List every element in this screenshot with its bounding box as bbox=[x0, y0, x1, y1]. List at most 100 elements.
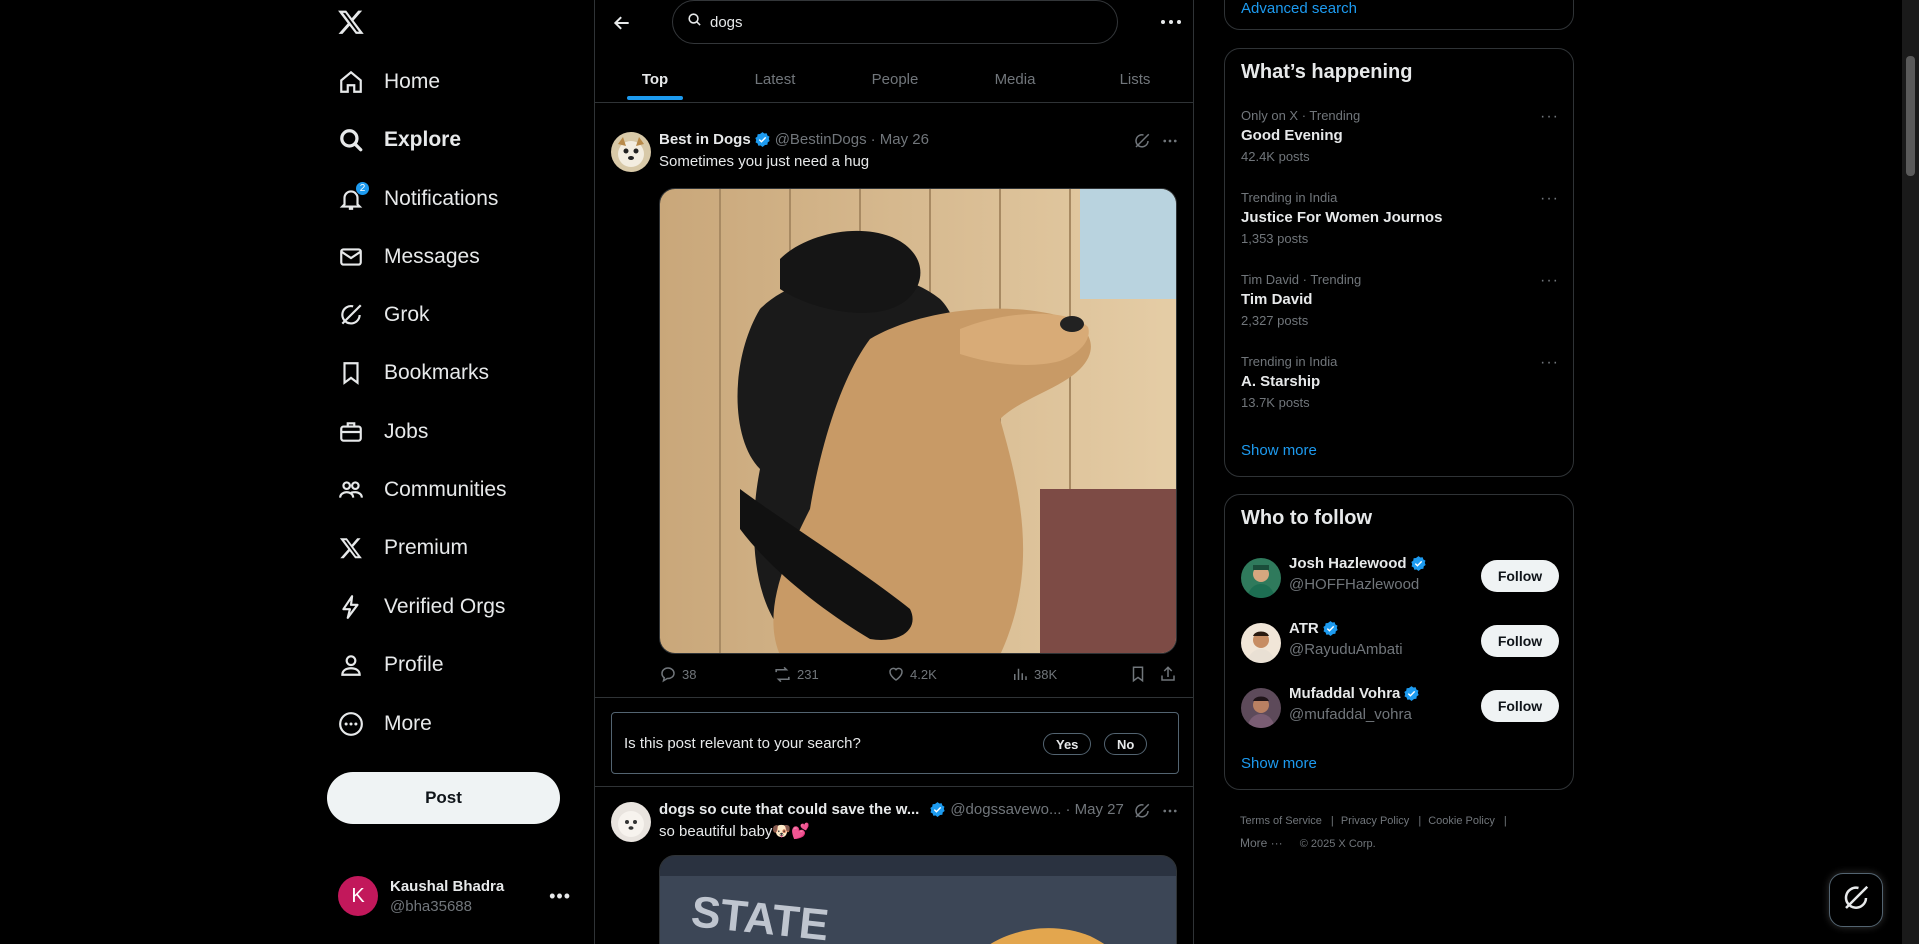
search-icon bbox=[687, 12, 702, 32]
nav-bookmarks[interactable]: Bookmarks bbox=[337, 348, 489, 398]
more-horizontal-icon[interactable]: ••• bbox=[549, 886, 571, 907]
search-input[interactable] bbox=[710, 13, 1090, 31]
nav-messages[interactable]: Messages bbox=[337, 232, 480, 282]
verified-badge-icon bbox=[1410, 555, 1427, 572]
nav-more[interactable]: More bbox=[337, 699, 432, 749]
nav-label: Profile bbox=[384, 653, 444, 676]
follow-button[interactable]: Follow bbox=[1481, 560, 1559, 592]
more-horizontal-icon[interactable] bbox=[1161, 802, 1179, 825]
bookmark-button[interactable] bbox=[1129, 665, 1147, 683]
follow-name: Mufaddal Vohra bbox=[1289, 685, 1401, 702]
search-box[interactable] bbox=[672, 0, 1118, 44]
footer-more-link[interactable]: More ··· bbox=[1240, 836, 1283, 850]
avatar[interactable] bbox=[1241, 688, 1281, 728]
copyright: © 2025 X Corp. bbox=[1299, 838, 1376, 850]
nav-profile[interactable]: Profile bbox=[337, 640, 444, 690]
avatar[interactable] bbox=[1241, 623, 1281, 663]
tab-media[interactable]: Media bbox=[955, 55, 1075, 103]
tweet-date[interactable]: · May 26 bbox=[871, 131, 929, 148]
nav-home[interactable]: Home bbox=[337, 57, 440, 107]
more-horizontal-icon[interactable] bbox=[1159, 12, 1183, 32]
nav-grok[interactable]: Grok bbox=[337, 290, 430, 340]
repost-button[interactable]: 231 bbox=[773, 665, 819, 684]
follow-suggestion[interactable]: Mufaddal Vohra @mufaddal_vohra Follow bbox=[1241, 685, 1559, 735]
no-button[interactable]: No bbox=[1104, 733, 1148, 755]
trend-name: Justice For Women Journos bbox=[1241, 209, 1443, 226]
grok-fab-button[interactable] bbox=[1829, 873, 1883, 927]
yes-button[interactable]: Yes bbox=[1043, 733, 1092, 755]
share-button[interactable] bbox=[1159, 665, 1177, 683]
bell-icon: 2 bbox=[337, 181, 370, 213]
post-button[interactable]: Post bbox=[327, 772, 560, 824]
nav-explore[interactable]: Explore bbox=[337, 115, 461, 165]
x-logo-icon[interactable] bbox=[337, 8, 367, 38]
follow-suggestion[interactable]: Josh Hazlewood @HOFFHazlewood Follow bbox=[1241, 555, 1559, 605]
more-horizontal-icon[interactable]: ··· bbox=[1540, 190, 1559, 208]
nav-jobs[interactable]: Jobs bbox=[337, 407, 428, 457]
more-horizontal-icon[interactable] bbox=[1161, 132, 1179, 155]
trend-name: Tim David bbox=[1241, 291, 1313, 308]
reply-button[interactable]: 38 bbox=[659, 665, 696, 683]
like-button[interactable]: 4.2K bbox=[887, 665, 937, 683]
scrollbar[interactable] bbox=[1902, 0, 1919, 944]
more-horizontal-icon[interactable]: ··· bbox=[1540, 272, 1559, 290]
more-horizontal-icon[interactable]: ··· bbox=[1540, 108, 1559, 126]
repost-count: 231 bbox=[797, 666, 819, 682]
tweet-top-actions bbox=[1133, 802, 1179, 825]
tweet-header: dogs so cute that could save the w... @d… bbox=[659, 801, 1124, 818]
follow-button[interactable]: Follow bbox=[1481, 690, 1559, 722]
trend-item[interactable]: Only on X · Trending Good Evening 42.4K … bbox=[1241, 108, 1559, 178]
avatar[interactable] bbox=[1241, 558, 1281, 598]
trend-name: Good Evening bbox=[1241, 127, 1343, 144]
trend-meta: Only on X · Trending bbox=[1241, 108, 1361, 123]
nav-label: Verified Orgs bbox=[384, 595, 506, 618]
nav-label: Home bbox=[384, 70, 441, 93]
advanced-search-card: Advanced search bbox=[1224, 0, 1574, 30]
privacy-link[interactable]: Privacy Policy bbox=[1341, 815, 1409, 827]
tab-latest[interactable]: Latest bbox=[715, 55, 835, 103]
nav-communities[interactable]: Communities bbox=[337, 465, 507, 515]
back-arrow-icon[interactable] bbox=[607, 8, 637, 38]
scrollbar-thumb[interactable] bbox=[1906, 56, 1915, 176]
advanced-search-link[interactable]: Advanced search bbox=[1241, 0, 1357, 17]
more-horizontal-icon[interactable]: ··· bbox=[1540, 354, 1559, 372]
tweet-author-handle[interactable]: @dogssavewo... bbox=[950, 801, 1061, 818]
trend-meta: Tim David · Trending bbox=[1241, 272, 1362, 287]
trend-item[interactable]: Tim David · Trending Tim David 2,327 pos… bbox=[1241, 272, 1559, 342]
nav-verified-orgs[interactable]: Verified Orgs bbox=[337, 582, 505, 632]
views-icon bbox=[1014, 668, 1027, 680]
nav-premium[interactable]: Premium bbox=[337, 523, 468, 573]
follow-suggestion[interactable]: ATR @RayuduAmbati Follow bbox=[1241, 620, 1559, 670]
tweet-author-handle[interactable]: @BestinDogs bbox=[775, 131, 867, 148]
nav-notifications[interactable]: 2 Notifications bbox=[337, 174, 498, 224]
tweet-author-name[interactable]: Best in Dogs bbox=[659, 131, 751, 148]
divider bbox=[595, 697, 1193, 698]
trend-item[interactable]: Trending in India A. Starship 13.7K post… bbox=[1241, 354, 1559, 424]
tweet-author-name[interactable]: dogs so cute that could save the w... bbox=[659, 801, 919, 818]
avatar[interactable] bbox=[611, 132, 651, 172]
relevance-prompt: Is this post relevant to your search? Ye… bbox=[611, 712, 1179, 774]
tab-lists[interactable]: Lists bbox=[1075, 55, 1193, 103]
nav-label: Messages bbox=[384, 245, 480, 268]
grok-icon[interactable] bbox=[1133, 802, 1151, 825]
show-more-link[interactable]: Show more bbox=[1241, 755, 1317, 772]
follow-button[interactable]: Follow bbox=[1481, 625, 1559, 657]
account-switcher[interactable]: K Kaushal Bhadra @bha35688 ••• bbox=[327, 866, 577, 926]
cookie-link[interactable]: Cookie Policy bbox=[1428, 815, 1495, 827]
views-button[interactable]: 38K bbox=[1011, 665, 1057, 683]
trend-item[interactable]: Trending in India Justice For Women Jour… bbox=[1241, 190, 1559, 260]
reply-icon bbox=[661, 667, 675, 683]
terms-link[interactable]: Terms of Service bbox=[1240, 815, 1322, 827]
tab-people[interactable]: People bbox=[835, 55, 955, 103]
nav-label: More bbox=[384, 712, 432, 735]
tab-top[interactable]: Top bbox=[595, 55, 715, 103]
tweet-image[interactable]: STATE bbox=[659, 855, 1177, 944]
tweet-image[interactable] bbox=[659, 188, 1177, 654]
show-more-link[interactable]: Show more bbox=[1241, 442, 1317, 459]
bookmark-icon bbox=[337, 359, 365, 387]
search-icon bbox=[337, 126, 365, 154]
avatar[interactable] bbox=[611, 802, 651, 842]
grok-icon[interactable] bbox=[1133, 132, 1151, 155]
tweet-date[interactable]: · May 27 bbox=[1065, 801, 1123, 818]
x-logo-icon bbox=[337, 534, 365, 562]
